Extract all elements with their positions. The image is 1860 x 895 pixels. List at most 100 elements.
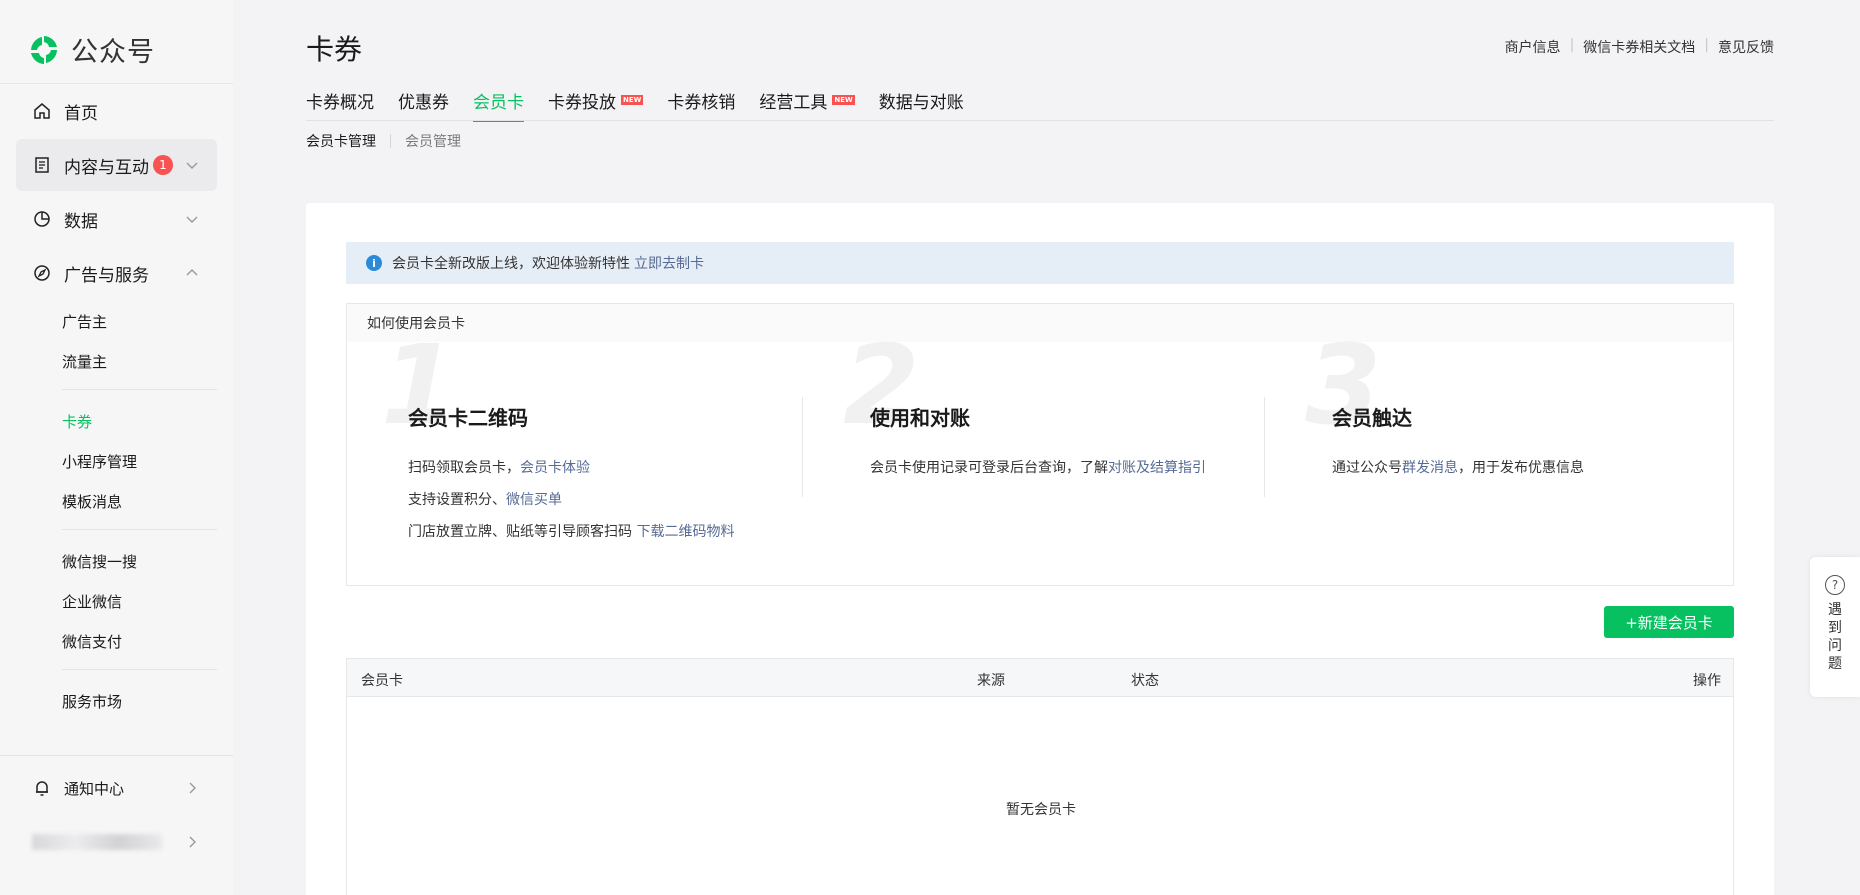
tab-label: 经营工具 <box>759 92 828 113</box>
reconciliation-guide-link[interactable]: 对账及结算指引 <box>1108 460 1206 476</box>
how-to-panel: 如何使用会员卡 1 会员卡二维码 扫码领取会员卡，会员卡体验 支持设置积分、微信… <box>346 303 1734 586</box>
sidebar-sub-item-service-market[interactable]: 服务市场 <box>62 691 122 712</box>
step-3: 3 会员触达 通过公众号群发消息，用于发布优惠信息 <box>1271 330 1733 587</box>
step-text: 门店放置立牌、贴纸等引导顾客扫码 <box>408 524 637 540</box>
column-header-source: 来源 <box>977 673 1005 689</box>
tab-label: 卡券概况 <box>306 92 374 113</box>
feedback-link[interactable]: 意见反馈 <box>1718 37 1774 57</box>
tab-label: 数据与对账 <box>878 92 964 113</box>
tab-card-delivery[interactable]: 卡券投放 NEW <box>548 88 644 113</box>
step-text: 扫码领取会员卡， <box>408 460 520 476</box>
step-title: 使用和对账 <box>870 406 970 430</box>
brand-name: 公众号 <box>71 37 155 68</box>
step-line: 门店放置立牌、贴纸等引导顾客扫码 下载二维码物料 <box>408 521 734 541</box>
subtab-card-management[interactable]: 会员卡管理 <box>306 131 376 151</box>
subtab-member-management[interactable]: 会员管理 <box>405 131 461 151</box>
new-member-card-button[interactable]: +新建会员卡 <box>1604 606 1734 638</box>
card-docs-link[interactable]: 微信卡券相关文档 <box>1583 37 1695 57</box>
step-line: 通过公众号群发消息，用于发布优惠信息 <box>1332 457 1584 477</box>
help-float-button[interactable]: ? 遇到问题 <box>1810 557 1860 697</box>
empty-state-text: 暂无会员卡 <box>1006 802 1076 818</box>
sidebar-sub-item-publisher[interactable]: 流量主 <box>62 351 107 372</box>
tab-label: 卡券投放 <box>548 92 616 113</box>
sidebar-sub-item-wechat-pay[interactable]: 微信支付 <box>62 631 122 652</box>
divider <box>62 669 217 670</box>
sidebar-sub-item-wechat-search[interactable]: 微信搜一搜 <box>62 551 137 572</box>
chevron-right-icon <box>185 834 199 848</box>
step-title: 会员卡二维码 <box>408 406 528 430</box>
tab-label: 会员卡 <box>473 92 524 113</box>
sidebar-item-content-interaction[interactable]: 内容与互动 1 <box>16 139 217 191</box>
how-to-title: 如何使用会员卡 <box>347 304 1733 342</box>
compass-icon <box>32 263 52 283</box>
step-text: ，用于发布优惠信息 <box>1458 460 1584 476</box>
document-icon <box>32 155 52 175</box>
step-1: 1 会员卡二维码 扫码领取会员卡，会员卡体验 支持设置积分、微信买单 门店放置立… <box>347 330 809 587</box>
sidebar-item-account[interactable] <box>16 816 217 868</box>
column-header-card: 会员卡 <box>361 673 403 689</box>
sidebar-item-data[interactable]: 数据 <box>16 193 217 245</box>
step-line: 扫码领取会员卡，会员卡体验 <box>408 457 590 477</box>
divider <box>802 397 803 497</box>
step-text: 通过公众号 <box>1332 460 1402 476</box>
make-card-link[interactable]: 立即去制卡 <box>634 253 704 273</box>
download-qr-material-link[interactable]: 下载二维码物料 <box>636 524 734 540</box>
chevron-right-icon <box>185 780 199 794</box>
wechat-pay-bill-link[interactable]: 微信买单 <box>506 492 562 508</box>
sidebar: 公众号 首页 内容与互动 1 数据 广告与服务 广告主 流量主 卡券 小程序管理… <box>0 0 233 895</box>
step-text: 会员卡使用记录可登录后台查询，了解 <box>870 460 1108 476</box>
help-label: 遇到问题 <box>1828 602 1842 672</box>
card-trial-link[interactable]: 会员卡体验 <box>520 460 590 476</box>
tab-coupons[interactable]: 优惠券 <box>398 88 449 113</box>
subtab-bar: 会员卡管理 会员管理 <box>306 131 461 151</box>
chevron-up-icon <box>185 265 199 279</box>
merchant-info-link[interactable]: 商户信息 <box>1505 37 1561 57</box>
sidebar-item-home[interactable]: 首页 <box>16 85 217 137</box>
sidebar-sub-item-advertiser[interactable]: 广告主 <box>62 311 107 332</box>
sidebar-sub-item-cards[interactable]: 卡券 <box>62 411 92 432</box>
sidebar-item-notification-center[interactable]: 通知中心 <box>16 762 217 814</box>
new-badge: NEW <box>621 95 644 105</box>
tab-bar: 卡券概况 优惠券 会员卡 卡券投放 NEW 卡券核销 经营工具 NEW 数据与对账 <box>306 88 988 122</box>
step-line: 会员卡使用记录可登录后台查询，了解对账及结算指引 <box>870 457 1206 477</box>
divider <box>0 755 233 756</box>
chevron-down-icon <box>185 157 199 171</box>
top-links: 商户信息 | 微信卡券相关文档 | 意见反馈 <box>1505 37 1774 57</box>
sidebar-sub-item-template-message[interactable]: 模板消息 <box>62 491 122 512</box>
step-title: 会员触达 <box>1332 406 1412 430</box>
notice-text: 会员卡全新改版上线，欢迎体验新特性 <box>392 256 630 272</box>
divider <box>390 134 391 148</box>
divider <box>62 529 217 530</box>
info-icon: i <box>366 255 382 271</box>
tab-member-card[interactable]: 会员卡 <box>473 88 524 122</box>
step-text: 支持设置积分、 <box>408 492 506 508</box>
sidebar-item-label: 通知中心 <box>64 779 125 798</box>
divider <box>0 83 233 84</box>
sidebar-item-ads-services[interactable]: 广告与服务 <box>16 247 217 299</box>
tab-label: 优惠券 <box>398 92 449 113</box>
page-title: 卡券 <box>306 33 363 66</box>
sidebar-sub-item-wecom[interactable]: 企业微信 <box>62 591 122 612</box>
bell-icon <box>32 778 52 798</box>
tab-redemption[interactable]: 卡券核销 <box>667 88 735 113</box>
mass-message-link[interactable]: 群发消息 <box>1402 460 1458 476</box>
divider <box>1264 397 1265 497</box>
divider: | <box>1569 37 1575 53</box>
tab-business-tools[interactable]: 经营工具 NEW <box>759 88 855 113</box>
tab-overview[interactable]: 卡券概况 <box>306 88 374 113</box>
brand-logo[interactable]: 公众号 <box>27 30 155 69</box>
wechat-official-account-icon <box>27 33 61 67</box>
sidebar-sub-item-mini-program[interactable]: 小程序管理 <box>62 451 137 472</box>
sidebar-item-label: 首页 <box>64 103 98 124</box>
new-badge: NEW <box>832 95 855 105</box>
notice-banner: i 会员卡全新改版上线，欢迎体验新特性 立即去制卡 <box>346 242 1734 284</box>
sidebar-item-label: 数据 <box>64 211 98 232</box>
pie-chart-icon <box>32 209 52 229</box>
tab-data-reconciliation[interactable]: 数据与对账 <box>878 88 964 113</box>
table-header: 会员卡 来源 状态 操作 <box>347 659 1733 697</box>
step-line: 支持设置积分、微信买单 <box>408 489 562 509</box>
step-2: 2 使用和对账 会员卡使用记录可登录后台查询，了解对账及结算指引 <box>809 330 1271 587</box>
main-card: i 会员卡全新改版上线，欢迎体验新特性 立即去制卡 如何使用会员卡 1 会员卡二… <box>306 203 1774 895</box>
notification-badge: 1 <box>153 155 173 175</box>
column-header-actions: 操作 <box>1693 673 1721 689</box>
